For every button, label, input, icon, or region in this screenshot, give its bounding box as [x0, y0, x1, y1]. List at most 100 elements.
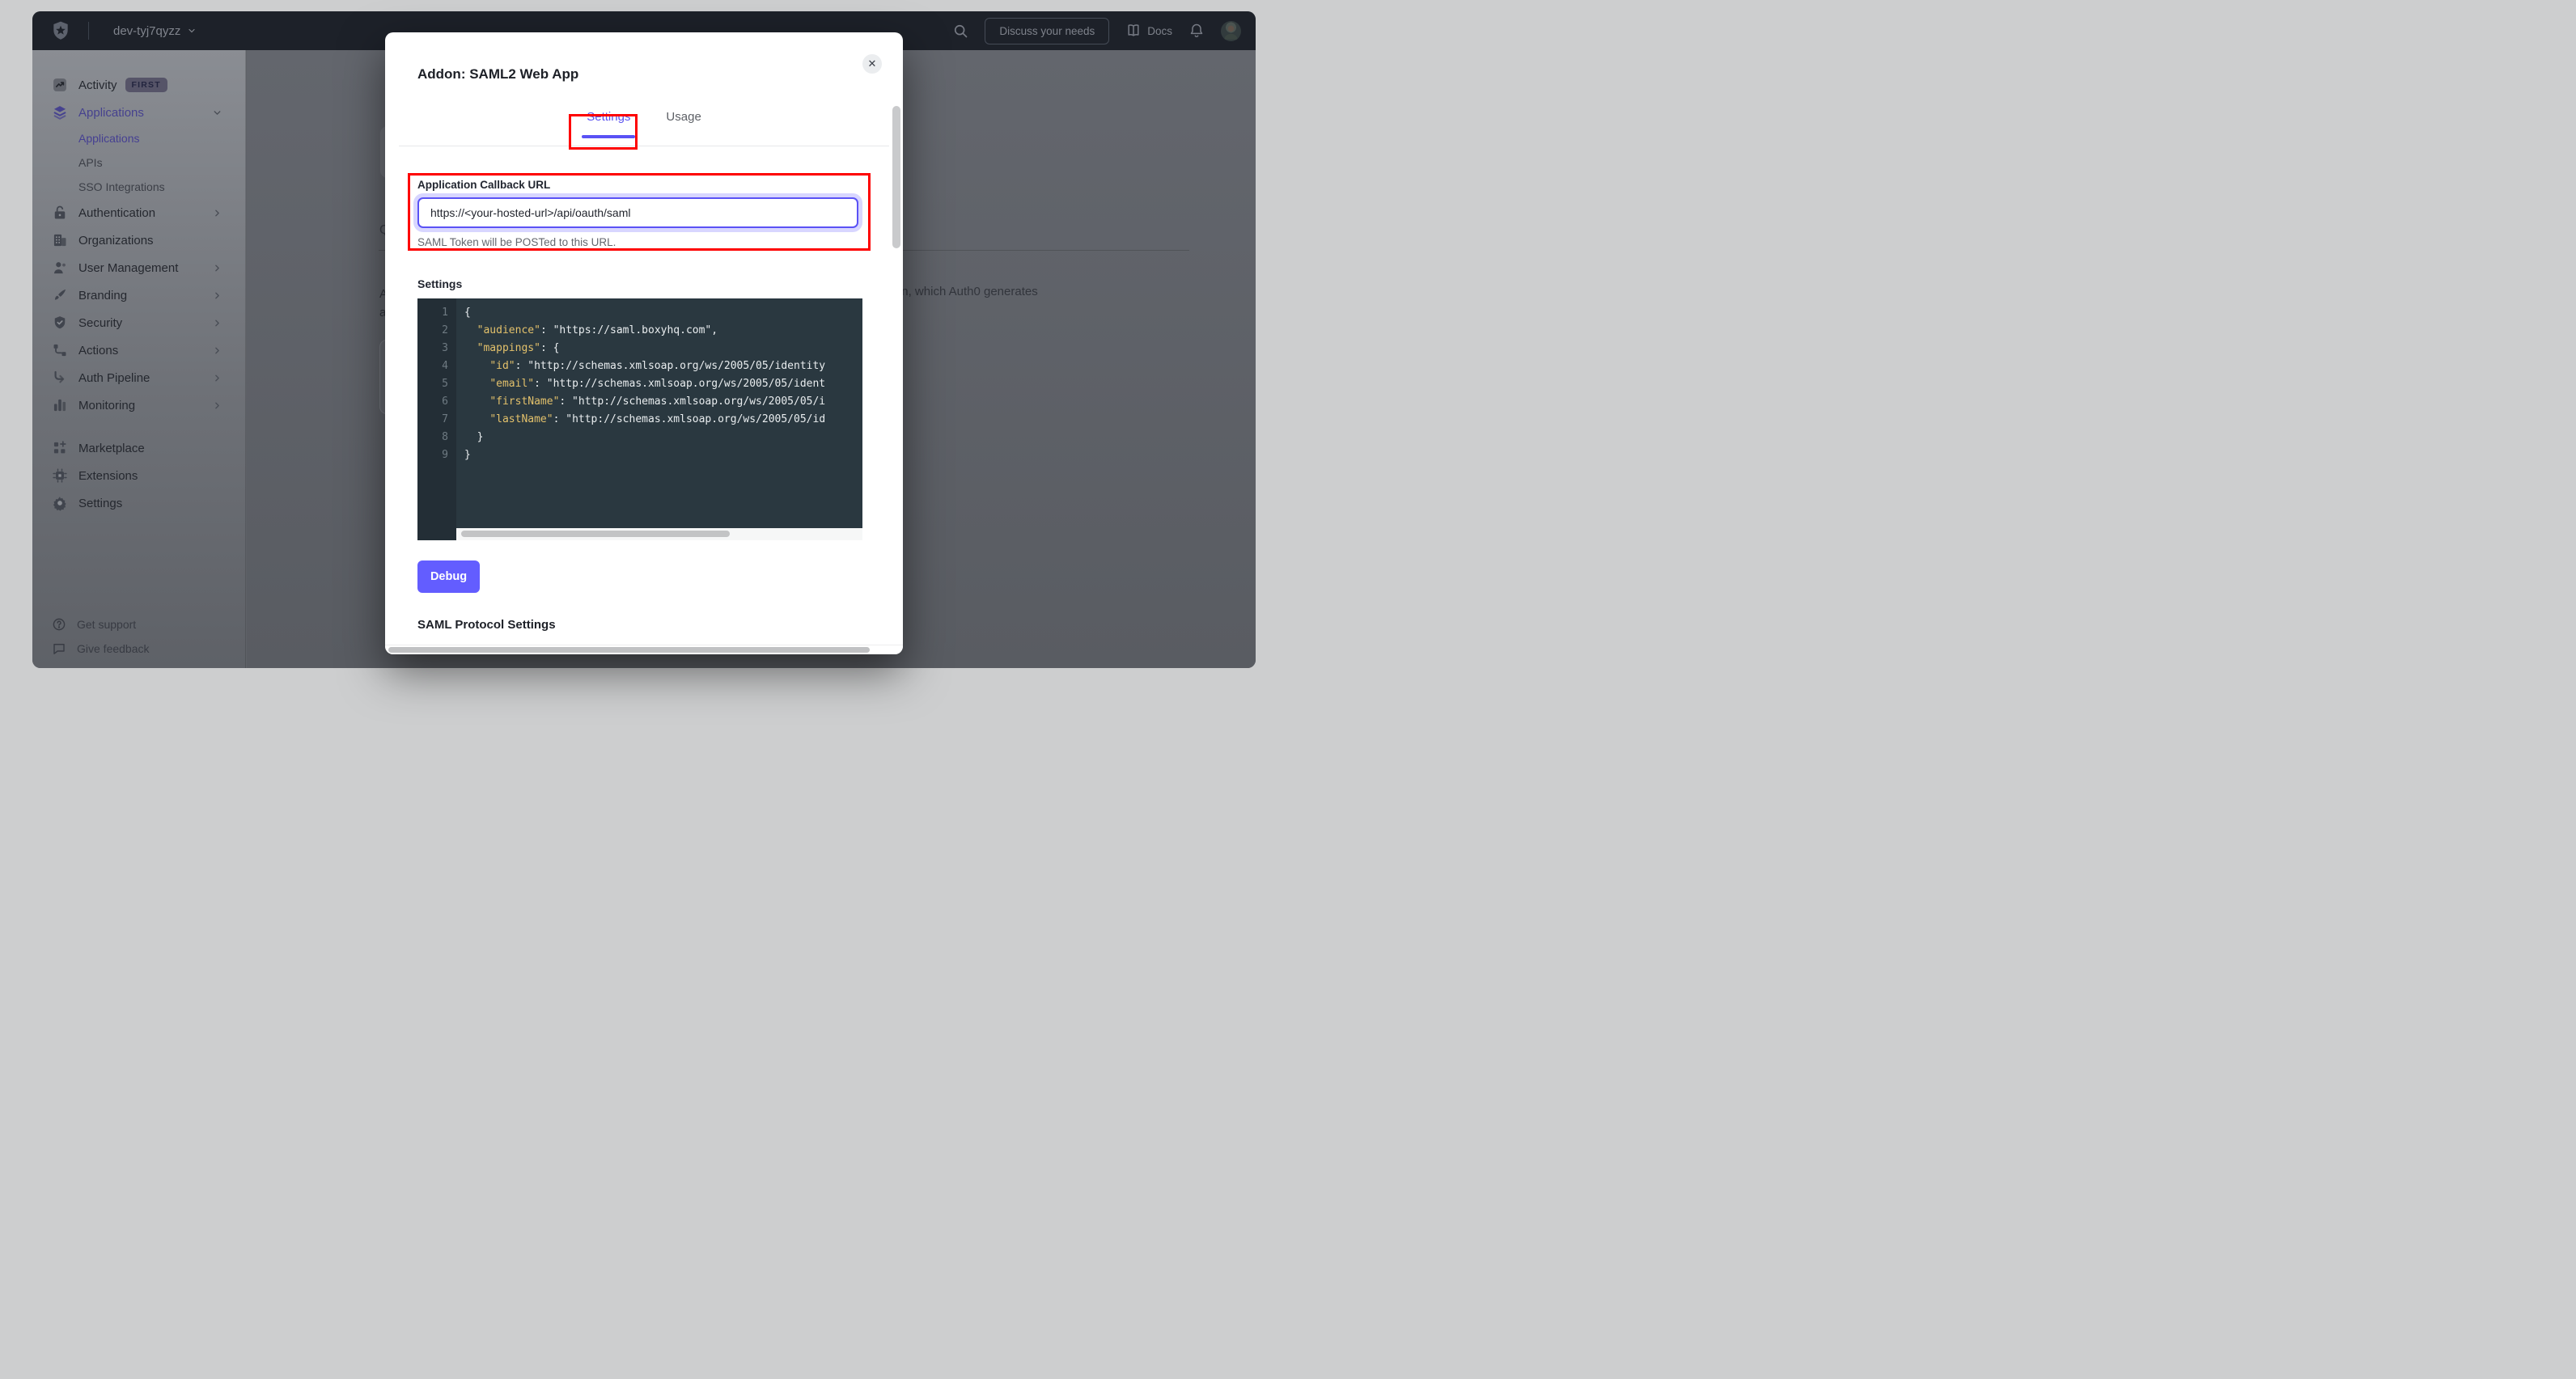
settings-code-editor[interactable]: 123456789 { "audience": "https://saml.bo…	[417, 298, 862, 540]
line-number: 5	[417, 375, 448, 393]
code-line: "audience": "https://saml.boxyhq.com",	[464, 322, 862, 340]
sidebar-footer: Get support Give feedback	[32, 612, 245, 661]
search-icon[interactable]	[952, 23, 968, 39]
line-number: 6	[417, 393, 448, 411]
code-line: "email": "http://schemas.xmlsoap.org/ws/…	[464, 375, 862, 393]
code-line: "mappings": {	[464, 340, 862, 357]
user-gear-icon	[52, 260, 68, 276]
modal-tabs: Settings Usage	[385, 110, 903, 138]
chevron-right-icon	[212, 263, 222, 273]
settings-editor-label: Settings	[417, 277, 462, 290]
modal-bottom-scrollbar[interactable]	[385, 645, 903, 654]
close-icon[interactable]: ✕	[862, 54, 882, 74]
line-number: 2	[417, 322, 448, 340]
sidebar-item-authentication[interactable]: Authentication	[32, 199, 245, 226]
bell-icon[interactable]	[1188, 23, 1205, 39]
docs-link[interactable]: Docs	[1125, 23, 1172, 39]
sidebar-item-extensions[interactable]: Extensions	[32, 462, 245, 489]
addon-saml2-modal: Addon: SAML2 Web App ✕ Settings Usage Ap…	[385, 32, 903, 654]
sidebar-item-label: User Management	[78, 261, 178, 275]
sidebar-item-label: Extensions	[78, 469, 138, 483]
tab-settings[interactable]: Settings	[587, 110, 630, 138]
tenant-name: dev-tyj7qyzz	[113, 24, 180, 38]
sidebar-item-monitoring[interactable]: Monitoring	[32, 391, 245, 419]
sidebar-item-branding[interactable]: Branding	[32, 281, 245, 309]
line-number: 1	[417, 304, 448, 322]
chip-icon	[52, 467, 68, 484]
chevron-down-icon	[187, 26, 197, 36]
editor-code[interactable]: { "audience": "https://saml.boxyhq.com",…	[456, 298, 862, 540]
modal-title: Addon: SAML2 Web App	[417, 66, 578, 82]
lock-icon	[52, 205, 68, 221]
applications-icon	[52, 104, 68, 121]
sidebar-item-label: Activity	[78, 78, 117, 92]
chevron-right-icon	[212, 400, 222, 411]
line-number: 7	[417, 411, 448, 429]
gear-icon	[52, 495, 68, 511]
sidebar-item-applications[interactable]: Applications	[32, 99, 245, 126]
sidebar-item-security[interactable]: Security	[32, 309, 245, 336]
line-number: 3	[417, 340, 448, 357]
callback-url-helper: SAML Token will be POSTed to this URL.	[417, 236, 616, 248]
chevron-right-icon	[212, 373, 222, 383]
sidebar-item-actions[interactable]: Actions	[32, 336, 245, 364]
sidebar-item-label: Give feedback	[77, 642, 150, 655]
sidebar-item-label: Get support	[77, 618, 136, 631]
book-icon	[1125, 23, 1142, 39]
sidebar-item-label: Security	[78, 316, 122, 330]
modal-vertical-scrollbar[interactable]	[892, 106, 900, 248]
sidebar-item-label: Authentication	[78, 206, 155, 220]
sidebar-subitem-sso-integrations[interactable]: SSO Integrations	[32, 175, 245, 199]
pipeline-icon	[52, 370, 68, 386]
sidebar-item-label: Settings	[78, 497, 122, 510]
sidebar-item-organizations[interactable]: Organizations	[32, 226, 245, 254]
code-line: "lastName": "http://schemas.xmlsoap.org/…	[464, 411, 862, 429]
chevron-right-icon	[212, 290, 222, 301]
tab-usage[interactable]: Usage	[666, 110, 701, 138]
sidebar-item-give-feedback[interactable]: Give feedback	[32, 637, 245, 661]
first-badge: FIRST	[125, 78, 167, 92]
sidebar-item-marketplace[interactable]: Marketplace	[32, 434, 245, 462]
sidebar-item-auth-pipeline[interactable]: Auth Pipeline	[32, 364, 245, 391]
saml-protocol-settings-heading: SAML Protocol Settings	[417, 618, 556, 632]
code-line: "id": "http://schemas.xmlsoap.org/ws/200…	[464, 357, 862, 375]
shield-check-icon	[52, 315, 68, 331]
editor-horizontal-scrollbar[interactable]	[456, 528, 862, 540]
sidebar-subitem-applications-sub[interactable]: Applications	[32, 126, 245, 150]
modal-bottom-scrollbar-thumb[interactable]	[388, 647, 870, 653]
sidebar-item-settings[interactable]: Settings	[32, 489, 245, 517]
debug-button[interactable]: Debug	[417, 560, 480, 593]
sidebar-item-label: Auth Pipeline	[78, 371, 150, 385]
code-line: {	[464, 304, 862, 322]
flow-icon	[52, 342, 68, 358]
line-number: 4	[417, 357, 448, 375]
brush-icon	[52, 287, 68, 303]
sidebar-subitem-apis[interactable]: APIs	[32, 150, 245, 175]
sidebar-item-activity[interactable]: Activity FIRST	[32, 71, 245, 99]
chevron-right-icon	[212, 318, 222, 328]
chat-bubble-icon	[52, 641, 66, 656]
line-number: 9	[417, 446, 448, 464]
editor-scrollbar-thumb[interactable]	[461, 531, 730, 537]
grid-plus-icon	[52, 440, 68, 456]
bar-chart-icon	[52, 397, 68, 413]
activity-icon	[52, 77, 68, 93]
chevron-right-icon	[212, 345, 222, 356]
sidebar-nav: ActivityFIRSTApplicationsApplicationsAPI…	[32, 50, 246, 668]
chevron-right-icon	[212, 208, 222, 218]
editor-gutter: 123456789	[417, 298, 456, 540]
callback-url-label: Application Callback URL	[417, 179, 550, 191]
discuss-your-needs-button[interactable]: Discuss your needs	[985, 18, 1109, 44]
callback-url-input[interactable]	[417, 197, 858, 228]
tenant-switcher[interactable]: dev-tyj7qyzz	[113, 11, 197, 50]
sidebar-item-label: Marketplace	[78, 442, 145, 455]
question-circle-icon	[52, 617, 66, 632]
sidebar-item-user-management[interactable]: User Management	[32, 254, 245, 281]
sidebar-item-get-support[interactable]: Get support	[32, 612, 245, 637]
sidebar-item-label: Actions	[78, 344, 118, 357]
line-number: 8	[417, 429, 448, 446]
user-avatar[interactable]	[1221, 21, 1241, 41]
code-line: "firstName": "http://schemas.xmlsoap.org…	[464, 393, 862, 411]
auth0-shield-logo	[50, 20, 71, 41]
sidebar-item-label: Branding	[78, 289, 127, 302]
